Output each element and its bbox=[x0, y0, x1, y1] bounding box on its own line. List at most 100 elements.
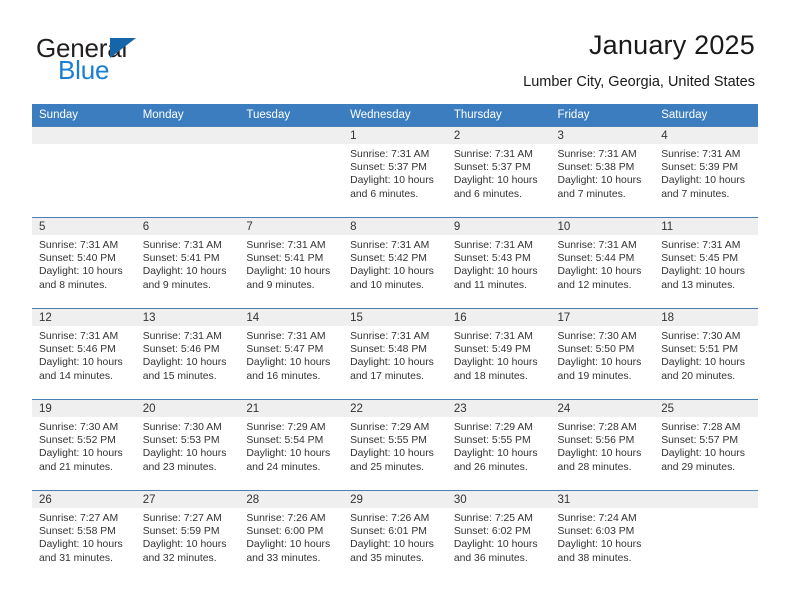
sunset-text: Sunset: 5:44 PM bbox=[557, 253, 635, 265]
day-details: Sunrise: 7:31 AM Sunset: 5:43 PM Daylight:… bbox=[447, 235, 551, 292]
sunrise-text: Sunrise: 7:31 AM bbox=[557, 149, 637, 160]
day-number: 28 bbox=[239, 491, 344, 508]
day-details: Sunrise: 7:25 AM Sunset: 6:02 PM Daylight:… bbox=[447, 508, 551, 565]
calendar-day-cell[interactable]: 8 Sunrise: 7:31 AM Sunset: 5:42 PM Daylight… bbox=[343, 217, 447, 309]
calendar-day-cell[interactable]: 21 Sunrise: 7:29 AM Sunset: 5:54 PM Dayligh… bbox=[239, 399, 344, 491]
daylight-text: Daylight: 10 hours and 6 minutes. bbox=[350, 175, 434, 200]
sunset-text: Sunset: 6:02 PM bbox=[453, 526, 531, 538]
day-details: Sunrise: 7:26 AM Sunset: 6:00 PM Daylight:… bbox=[239, 508, 343, 565]
sunrise-text: Sunrise: 7:31 AM bbox=[453, 331, 533, 342]
calendar-day-cell[interactable]: 14 Sunrise: 7:31 AM Sunset: 5:47 PM Dayligh… bbox=[239, 308, 344, 400]
daylight-text: Daylight: 10 hours and 13 minutes. bbox=[661, 266, 745, 291]
sunset-text: Sunset: 5:50 PM bbox=[557, 344, 635, 356]
calendar-day-cell[interactable]: 31 Sunrise: 7:24 AM Sunset: 6:03 PM Dayligh… bbox=[550, 490, 655, 581]
daylight-text: Daylight: 10 hours and 24 minutes. bbox=[246, 448, 331, 473]
sunset-text: Sunset: 5:45 PM bbox=[661, 253, 739, 265]
day-number: 27 bbox=[135, 491, 240, 508]
calendar-day-cell[interactable]: 2 Sunrise: 7:31 AM Sunset: 5:37 PM Daylight… bbox=[446, 126, 551, 218]
calendar-day-cell[interactable]: 13 Sunrise: 7:31 AM Sunset: 5:46 PM Dayligh… bbox=[135, 308, 240, 400]
calendar-day-cell[interactable]: 12 Sunrise: 7:31 AM Sunset: 5:46 PM Dayligh… bbox=[32, 308, 136, 400]
day-details: Sunrise: 7:31 AM Sunset: 5:37 PM Daylight:… bbox=[447, 144, 551, 201]
logo-triangle-icon bbox=[110, 38, 136, 58]
calendar-day-cell[interactable]: 1 Sunrise: 7:31 AM Sunset: 5:37 PM Daylight… bbox=[343, 126, 447, 218]
daylight-text: Daylight: 10 hours and 18 minutes. bbox=[453, 357, 538, 382]
sunrise-text: Sunrise: 7:31 AM bbox=[453, 149, 533, 160]
daylight-text: Daylight: 10 hours and 6 minutes. bbox=[453, 175, 538, 200]
calendar-day-cell[interactable]: 11 Sunrise: 7:31 AM Sunset: 5:45 PM Dayligh… bbox=[654, 217, 758, 309]
calendar-day-cell[interactable]: 19 Sunrise: 7:30 AM Sunset: 5:52 PM Dayligh… bbox=[32, 399, 136, 491]
calendar-week-row: 19 Sunrise: 7:30 AM Sunset: 5:52 PM Dayligh… bbox=[32, 399, 758, 491]
weekday-header-sunday: Sunday bbox=[32, 104, 136, 127]
daylight-text: Daylight: 10 hours and 12 minutes. bbox=[557, 266, 642, 291]
calendar-day-cell[interactable]: 25 Sunrise: 7:28 AM Sunset: 5:57 PM Dayligh… bbox=[654, 399, 758, 491]
calendar-day-cell[interactable]: 7 Sunrise: 7:31 AM Sunset: 5:41 PM Daylight… bbox=[239, 217, 344, 309]
day-details: Sunrise: 7:31 AM Sunset: 5:37 PM Daylight:… bbox=[343, 144, 447, 201]
calendar-day-cell[interactable]: 22 Sunrise: 7:29 AM Sunset: 5:55 PM Dayligh… bbox=[343, 399, 447, 491]
calendar-day-cell[interactable]: 20 Sunrise: 7:30 AM Sunset: 5:53 PM Dayligh… bbox=[135, 399, 240, 491]
calendar-day-cell[interactable]: 10 Sunrise: 7:31 AM Sunset: 5:44 PM Dayligh… bbox=[550, 217, 655, 309]
day-number: 6 bbox=[135, 218, 240, 235]
calendar-day-cell[interactable]: 15 Sunrise: 7:31 AM Sunset: 5:48 PM Dayligh… bbox=[343, 308, 447, 400]
sunrise-text: Sunrise: 7:31 AM bbox=[39, 331, 119, 342]
calendar-day-cell[interactable]: 30 Sunrise: 7:25 AM Sunset: 6:02 PM Dayligh… bbox=[446, 490, 551, 581]
calendar-day-cell[interactable]: 9 Sunrise: 7:31 AM Sunset: 5:43 PM Daylight… bbox=[446, 217, 551, 309]
sunrise-text: Sunrise: 7:30 AM bbox=[661, 331, 741, 342]
day-details: Sunrise: 7:28 AM Sunset: 5:57 PM Daylight:… bbox=[654, 417, 758, 474]
sunrise-text: Sunrise: 7:30 AM bbox=[142, 422, 222, 433]
day-number: 9 bbox=[446, 218, 551, 235]
daylight-text: Daylight: 10 hours and 23 minutes. bbox=[142, 448, 227, 473]
page-header: General Blue January 2025 Lumber City, G… bbox=[0, 0, 792, 104]
calendar-grid: Sunday Monday Tuesday Wednesday Thursday… bbox=[32, 104, 758, 581]
daylight-text: Daylight: 10 hours and 11 minutes. bbox=[453, 266, 538, 291]
sunset-text: Sunset: 5:51 PM bbox=[661, 344, 739, 356]
day-number: 17 bbox=[550, 309, 655, 326]
sunset-text: Sunset: 5:58 PM bbox=[39, 526, 116, 538]
calendar-day-cell[interactable]: 28 Sunrise: 7:26 AM Sunset: 6:00 PM Dayligh… bbox=[239, 490, 344, 581]
calendar-day-cell[interactable]: 16 Sunrise: 7:31 AM Sunset: 5:49 PM Dayligh… bbox=[446, 308, 551, 400]
calendar-day-cell[interactable]: 17 Sunrise: 7:30 AM Sunset: 5:50 PM Dayligh… bbox=[550, 308, 655, 400]
sunrise-text: Sunrise: 7:29 AM bbox=[246, 422, 326, 433]
daylight-text: Daylight: 10 hours and 19 minutes. bbox=[557, 357, 642, 382]
daylight-text: Daylight: 10 hours and 14 minutes. bbox=[39, 357, 123, 382]
day-number: 7 bbox=[239, 218, 344, 235]
day-details: Sunrise: 7:31 AM Sunset: 5:42 PM Daylight:… bbox=[343, 235, 447, 292]
calendar-day-cell[interactable]: 24 Sunrise: 7:28 AM Sunset: 5:56 PM Dayligh… bbox=[550, 399, 655, 491]
day-number: 19 bbox=[32, 400, 136, 417]
day-number: 24 bbox=[550, 400, 655, 417]
day-number bbox=[654, 491, 758, 508]
weekday-header-tuesday: Tuesday bbox=[239, 104, 344, 127]
page-title: January 2025 bbox=[588, 30, 755, 60]
day-number: 20 bbox=[135, 400, 240, 417]
sunrise-text: Sunrise: 7:30 AM bbox=[39, 422, 119, 433]
calendar-day-cell[interactable]: 26 Sunrise: 7:27 AM Sunset: 5:58 PM Dayligh… bbox=[32, 490, 136, 581]
sunset-text: Sunset: 5:46 PM bbox=[142, 344, 220, 356]
day-number: 26 bbox=[32, 491, 136, 508]
calendar-page: General Blue January 2025 Lumber City, G… bbox=[0, 0, 792, 612]
calendar-day-cell[interactable]: 18 Sunrise: 7:30 AM Sunset: 5:51 PM Dayligh… bbox=[654, 308, 758, 400]
calendar-day-cell[interactable]: 3 Sunrise: 7:31 AM Sunset: 5:38 PM Daylight… bbox=[550, 126, 655, 218]
calendar-day-cell[interactable]: 4 Sunrise: 7:31 AM Sunset: 5:39 PM Daylight… bbox=[654, 126, 758, 218]
calendar-day-cell[interactable]: 29 Sunrise: 7:26 AM Sunset: 6:01 PM Dayligh… bbox=[343, 490, 447, 581]
sunset-text: Sunset: 5:55 PM bbox=[350, 435, 427, 447]
sunset-text: Sunset: 6:01 PM bbox=[350, 526, 427, 538]
daylight-text: Daylight: 10 hours and 15 minutes. bbox=[142, 357, 227, 382]
daylight-text: Daylight: 10 hours and 10 minutes. bbox=[350, 266, 434, 291]
calendar-day-cell[interactable]: 23 Sunrise: 7:29 AM Sunset: 5:55 PM Dayligh… bbox=[446, 399, 551, 491]
calendar-day-cell[interactable]: 6 Sunrise: 7:31 AM Sunset: 5:41 PM Daylight… bbox=[135, 217, 240, 309]
sunset-text: Sunset: 5:52 PM bbox=[39, 435, 116, 447]
day-details: Sunrise: 7:31 AM Sunset: 5:48 PM Daylight:… bbox=[343, 326, 447, 383]
sunset-text: Sunset: 5:40 PM bbox=[39, 253, 116, 265]
daylight-text: Daylight: 10 hours and 20 minutes. bbox=[661, 357, 745, 382]
sunset-text: Sunset: 5:47 PM bbox=[246, 344, 324, 356]
calendar-day-cell[interactable]: 5 Sunrise: 7:31 AM Sunset: 5:40 PM Daylight… bbox=[32, 217, 136, 309]
sunset-text: Sunset: 6:03 PM bbox=[557, 526, 635, 538]
sunrise-text: Sunrise: 7:31 AM bbox=[557, 240, 637, 251]
sunrise-text: Sunrise: 7:31 AM bbox=[246, 240, 326, 251]
day-number: 18 bbox=[654, 309, 758, 326]
generalblue-logo[interactable]: General Blue bbox=[36, 35, 236, 87]
daylight-text: Daylight: 10 hours and 28 minutes. bbox=[557, 448, 642, 473]
sunrise-text: Sunrise: 7:31 AM bbox=[246, 331, 326, 342]
sunrise-text: Sunrise: 7:31 AM bbox=[39, 240, 119, 251]
day-number: 23 bbox=[446, 400, 551, 417]
calendar-day-cell[interactable]: 27 Sunrise: 7:27 AM Sunset: 5:59 PM Dayligh… bbox=[135, 490, 240, 581]
